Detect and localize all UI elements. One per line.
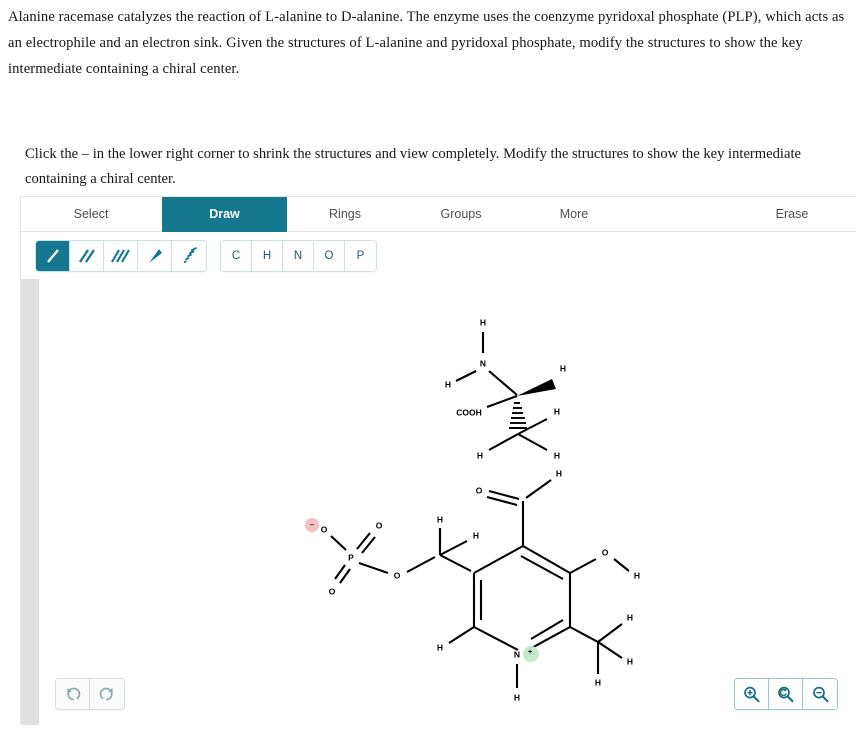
single-bond-tool[interactable] — [36, 241, 70, 271]
triple-bond-tool[interactable] — [104, 241, 138, 271]
atom-label-o: O — [376, 520, 383, 530]
zoom-reset-button[interactable] — [769, 679, 803, 709]
molecule-editor: Select Draw Rings Groups More Erase C H … — [20, 196, 856, 725]
question-text: Alanine racemase catalyzes the reaction … — [8, 9, 845, 77]
redo-arrow-icon — [99, 687, 113, 701]
element-oxygen-label: O — [324, 250, 334, 262]
structure-pyridoxal-phosphate: – O P O O O H H O H O H H H H H N + H — [305, 468, 640, 702]
element-hydrogen-label: H — [262, 250, 272, 262]
magnifier-minus-icon — [812, 686, 828, 702]
triple-bond-icon — [110, 249, 130, 263]
tab-select[interactable]: Select — [21, 197, 161, 232]
single-bond-icon — [46, 249, 59, 263]
element-phosphorus-label: P — [356, 250, 365, 262]
atom-label-h: H — [445, 379, 451, 389]
magnifier-plus-icon — [744, 686, 760, 702]
zoom-button-group — [734, 678, 838, 710]
atom-label-n: N — [514, 649, 520, 659]
atom-label-cooh: COOH — [456, 407, 482, 417]
tab-draw-label: Draw — [209, 207, 240, 221]
atom-label-h: H — [554, 450, 560, 460]
tab-erase[interactable]: Erase — [737, 197, 847, 232]
tab-rings[interactable]: Rings — [287, 197, 403, 232]
zoom-in-button[interactable] — [735, 679, 769, 709]
instruction-panel: Click the – in the lower right corner to… — [8, 133, 856, 192]
drawing-canvas-wrapper: H N H H COOH H H H – O P O O O H H O H O… — [21, 279, 856, 725]
double-bond-tool[interactable] — [70, 241, 104, 271]
atom-label-h: H — [477, 450, 483, 460]
tab-draw[interactable]: Draw — [162, 197, 287, 232]
element-hydrogen[interactable]: H — [252, 241, 283, 271]
atom-label-o: O — [321, 524, 328, 534]
undo-button[interactable] — [56, 679, 90, 709]
atom-label-h: H — [595, 677, 601, 687]
atom-label-o: O — [476, 485, 483, 495]
structure-l-alanine: H N H H COOH H H H — [445, 317, 566, 460]
atom-label-n: N — [480, 358, 486, 368]
tab-more[interactable]: More — [519, 197, 629, 232]
element-nitrogen[interactable]: N — [283, 241, 314, 271]
element-tool-group: C H N O P — [220, 240, 377, 272]
hash-bond-tool[interactable] — [172, 241, 206, 271]
wedge-bond-tool[interactable] — [138, 241, 172, 271]
tab-rings-label: Rings — [329, 207, 361, 221]
atom-label-h: H — [634, 570, 640, 580]
atom-label-o: O — [602, 547, 609, 557]
double-bond-icon — [78, 249, 95, 263]
zoom-out-button[interactable] — [803, 679, 837, 709]
atom-label-h: H — [514, 692, 520, 702]
hash-bond — [509, 402, 527, 429]
tab-groups-label: Groups — [440, 207, 482, 221]
history-button-group — [55, 678, 125, 710]
atom-label-o: O — [329, 586, 336, 596]
element-phosphorus[interactable]: P — [345, 241, 376, 271]
editor-toolrow: C H N O P — [21, 232, 856, 279]
atom-label-h: H — [437, 642, 443, 652]
element-carbon-label: C — [231, 250, 241, 262]
drawing-area[interactable]: H N H H COOH H H H – O P O O O H H O H O… — [39, 279, 841, 725]
redo-button[interactable] — [90, 679, 124, 709]
atom-label-h: H — [560, 363, 566, 373]
tab-select-label: Select — [73, 207, 109, 221]
atom-label-p: P — [348, 552, 354, 562]
atom-label-h: H — [554, 406, 560, 416]
hash-bond-icon — [183, 246, 198, 264]
wedge-bond — [517, 379, 556, 396]
instruction-text: Click the – in the lower right corner to… — [25, 146, 801, 187]
atom-label-h: H — [627, 612, 633, 622]
bond-tool-group — [35, 240, 207, 272]
element-oxygen[interactable]: O — [314, 241, 345, 271]
tab-groups[interactable]: Groups — [403, 197, 519, 232]
canvas-right-gutter — [839, 279, 856, 725]
element-nitrogen-label: N — [293, 250, 303, 262]
positive-charge: + — [528, 649, 532, 656]
undo-arrow-icon — [66, 687, 80, 701]
wedge-bond-icon — [148, 249, 162, 263]
atom-label-h: H — [437, 514, 443, 524]
atom-label-h: H — [473, 530, 479, 540]
molecule-drawing: H N H H COOH H H H – O P O O O H H O H O… — [305, 317, 640, 702]
atom-label-h: H — [627, 656, 633, 666]
element-carbon[interactable]: C — [221, 241, 252, 271]
atom-label-h: H — [480, 317, 486, 327]
atom-label-h: H — [556, 468, 562, 478]
tab-erase-label: Erase — [775, 207, 809, 221]
atom-label-o: O — [394, 570, 401, 580]
negative-charge: – — [310, 522, 314, 529]
editor-tabbar: Select Draw Rings Groups More Erase — [21, 197, 856, 232]
magnifier-reset-icon — [778, 686, 794, 702]
canvas-left-gutter — [21, 279, 39, 725]
tab-more-label: More — [559, 207, 589, 221]
